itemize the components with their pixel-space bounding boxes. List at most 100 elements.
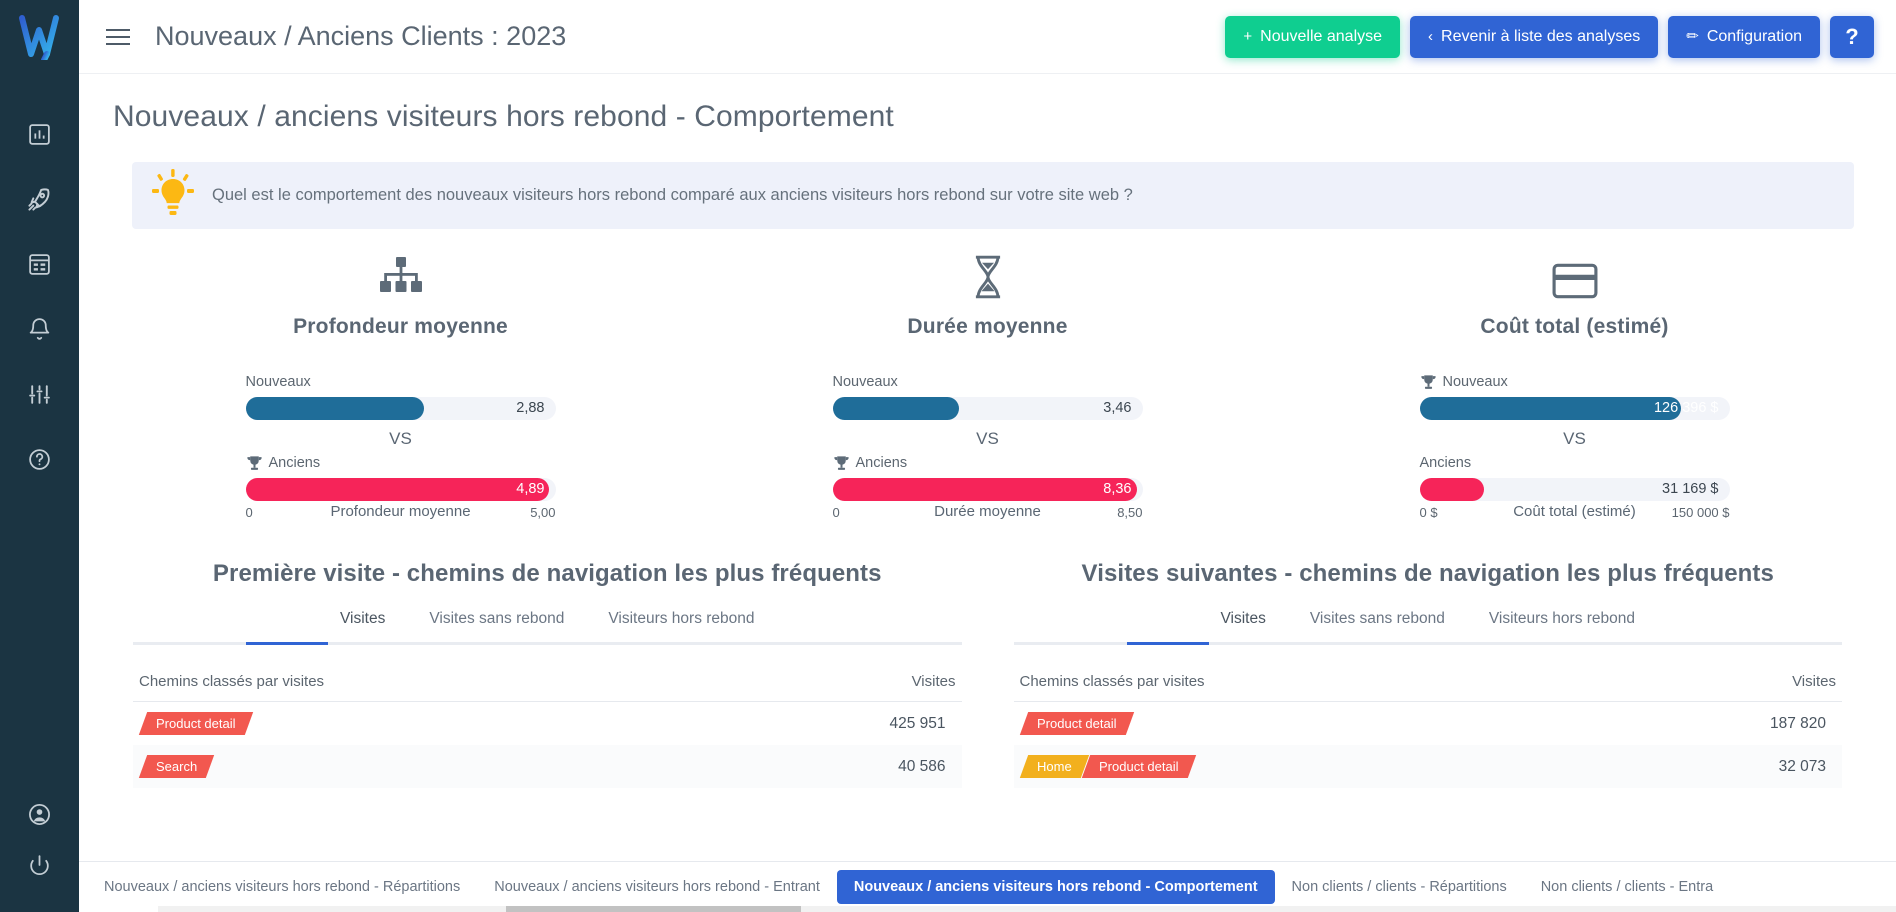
tab-visiteurs-hors-rebond[interactable]: Visiteurs hors rebond bbox=[586, 610, 776, 642]
horizontal-scrollbar[interactable] bbox=[158, 906, 1896, 912]
gauge-track-nouveaux: 3,46 bbox=[832, 397, 1143, 420]
user-account-icon bbox=[27, 802, 52, 827]
back-to-list-button[interactable]: ‹ Revenir à liste des analyses bbox=[1410, 15, 1659, 58]
gauge-label-text: Nouveaux bbox=[832, 374, 898, 390]
gauge-value-anciens: 31 169 $ bbox=[1662, 481, 1719, 497]
bell-icon bbox=[27, 317, 52, 342]
tab-visiteurs-hors-rebond[interactable]: Visiteurs hors rebond bbox=[1467, 610, 1657, 642]
table-row[interactable]: Product detail 425 951 bbox=[133, 702, 962, 745]
app-main: Nouveaux / Anciens Clients : 2023 + Nouv… bbox=[79, 0, 1896, 912]
help-circle-icon bbox=[27, 447, 52, 472]
sidebar-item-logout[interactable] bbox=[0, 847, 79, 912]
path-chips: Product detail bbox=[138, 712, 253, 735]
insight-banner-text: Quel est le comportement des nouveaux vi… bbox=[212, 186, 1133, 204]
help-button[interactable]: ? bbox=[1830, 15, 1874, 58]
content-scroll-area[interactable]: Nouveaux / anciens visiteurs hors rebond… bbox=[79, 74, 1896, 861]
axis-max: 8,50 bbox=[1117, 505, 1143, 520]
path-panel-title: Visites suivantes - chemins de navigatio… bbox=[1081, 560, 1774, 587]
tabs-underline bbox=[1013, 642, 1842, 645]
gauge-caption: Durée moyenne bbox=[934, 503, 1041, 520]
gauge-vs-separator: VS bbox=[1563, 429, 1586, 448]
row-value: 187 820 bbox=[1769, 714, 1826, 732]
top-bar: Nouveaux / Anciens Clients : 2023 + Nouv… bbox=[79, 0, 1896, 74]
axis-min: 0 bbox=[832, 505, 840, 520]
row-value: 40 586 bbox=[898, 757, 946, 775]
gauge-vs-separator: VS bbox=[389, 429, 412, 448]
tab-active-indicator bbox=[246, 642, 328, 645]
kpi-card-duree: Durée moyenne Nouveaux 3,46 VS Anciens 8… bbox=[694, 247, 1281, 520]
gauge-value-anciens: 4,89 bbox=[516, 481, 545, 497]
sidebar-item-dashboard[interactable] bbox=[0, 102, 79, 167]
axis-min: 0 $ bbox=[1419, 505, 1438, 520]
kpi-card-cout: Coût total (estimé) Nouveaux 126 396 $ V… bbox=[1281, 247, 1868, 520]
gauge-value-nouveaux: 126 396 $ bbox=[1653, 400, 1719, 416]
bottom-tab-entrant[interactable]: Nouveaux / anciens visiteurs hors rebond… bbox=[477, 870, 837, 904]
gauge-track-anciens: 31 169 $ bbox=[1419, 478, 1730, 501]
trophy-icon bbox=[246, 455, 263, 472]
gauge-fill-nouveaux bbox=[832, 397, 959, 420]
tab-visites-sans-rebond[interactable]: Visites sans rebond bbox=[1288, 610, 1467, 642]
rocket-icon bbox=[26, 186, 53, 213]
scrollbar-thumb[interactable] bbox=[505, 906, 802, 912]
page-header-title: Nouveaux / Anciens Clients : 2023 bbox=[155, 21, 567, 51]
kpi-title: Durée moyenne bbox=[907, 315, 1068, 338]
path-table-header: Chemins classés par visites Visites bbox=[1013, 645, 1842, 702]
path-chip-label: Product detail bbox=[1099, 759, 1179, 774]
tabs-underline bbox=[133, 642, 962, 645]
tab-active-indicator bbox=[1126, 642, 1209, 645]
tab-visites[interactable]: Visites bbox=[318, 610, 407, 642]
path-panel-first-visit: Première visite - chemins de navigation … bbox=[107, 560, 988, 788]
sidebar-item-analyses[interactable] bbox=[0, 167, 79, 232]
gauge-row-label-anciens: Anciens bbox=[833, 453, 1143, 473]
hamburger-icon[interactable] bbox=[97, 16, 139, 58]
path-chip[interactable]: Home bbox=[1019, 755, 1089, 778]
path-chip[interactable]: Product detail bbox=[1082, 755, 1196, 778]
pencil-icon: ✏ bbox=[1686, 28, 1699, 45]
table-row[interactable]: Product detail 187 820 bbox=[1014, 702, 1843, 745]
gauge-track-nouveaux: 126 396 $ bbox=[1419, 397, 1730, 420]
sidebar-item-alerts[interactable] bbox=[0, 297, 79, 362]
gauge-value-anciens: 8,36 bbox=[1103, 481, 1132, 497]
insight-banner: Quel est le comportement des nouveaux vi… bbox=[132, 162, 1854, 229]
app-logo[interactable] bbox=[0, 0, 79, 74]
path-chips: Search bbox=[138, 755, 215, 778]
column-header-visits: Visites bbox=[1792, 673, 1836, 690]
bottom-tab-comportement[interactable]: Nouveaux / anciens visiteurs hors rebond… bbox=[836, 870, 1275, 904]
tab-visites[interactable]: Visites bbox=[1198, 610, 1287, 642]
sidebar-item-reports[interactable] bbox=[0, 232, 79, 297]
path-chip[interactable]: Product detail bbox=[138, 712, 253, 735]
sidebar-item-account[interactable] bbox=[0, 782, 79, 847]
power-icon bbox=[27, 853, 52, 878]
table-row[interactable]: Home Product detail 32 073 bbox=[1013, 745, 1842, 788]
axis-max: 5,00 bbox=[530, 505, 556, 520]
row-value: 32 073 bbox=[1778, 757, 1826, 775]
sidebar-item-settings[interactable] bbox=[0, 362, 79, 427]
plus-icon: + bbox=[1243, 28, 1253, 45]
sliders-icon bbox=[27, 382, 52, 407]
tab-visites-sans-rebond[interactable]: Visites sans rebond bbox=[407, 610, 586, 642]
path-chip[interactable]: Search bbox=[138, 755, 215, 778]
dashboard-icon bbox=[27, 122, 52, 147]
gauge-track-anciens: 4,89 bbox=[245, 478, 556, 501]
analysis-page: Nouveaux / anciens visiteurs hors rebond… bbox=[79, 74, 1896, 788]
path-chip[interactable]: Product detail bbox=[1019, 712, 1134, 735]
sidebar-item-help[interactable] bbox=[0, 427, 79, 492]
kpi-row: Profondeur moyenne Nouveaux 2,88 VS Anci… bbox=[79, 247, 1896, 520]
path-table-header: Chemins classés par visites Visites bbox=[133, 645, 962, 702]
bottom-tab-repartitions[interactable]: Nouveaux / anciens visiteurs hors rebond… bbox=[87, 870, 477, 904]
credit-card-icon bbox=[1552, 247, 1598, 299]
gauge-label-text: Nouveaux bbox=[1442, 374, 1508, 390]
gauge-fill-nouveaux bbox=[245, 397, 425, 420]
configuration-button[interactable]: ✏ Configuration bbox=[1668, 15, 1820, 58]
path-panel-next-visits: Visites suivantes - chemins de navigatio… bbox=[988, 560, 1869, 788]
table-row[interactable]: Search 40 586 bbox=[133, 745, 962, 788]
path-tabs-next-visits: Visites Visites sans rebond Visiteurs ho… bbox=[1014, 610, 1843, 642]
gauge-track-anciens: 8,36 bbox=[832, 478, 1143, 501]
path-chip-label: Home bbox=[1036, 759, 1072, 774]
gauge-duree: Nouveaux 3,46 VS Anciens 8,36 0 8,50 Dur… bbox=[832, 372, 1143, 520]
gauge-row-label-anciens: Anciens bbox=[246, 453, 556, 473]
bottom-tab-non-clients-repartitions[interactable]: Non clients / clients - Répartitions bbox=[1275, 870, 1524, 904]
bottom-tab-non-clients-entrant[interactable]: Non clients / clients - Entra bbox=[1524, 870, 1730, 904]
gauge-value-nouveaux: 3,46 bbox=[1103, 400, 1132, 416]
new-analysis-button[interactable]: + Nouvelle analyse bbox=[1225, 15, 1401, 58]
